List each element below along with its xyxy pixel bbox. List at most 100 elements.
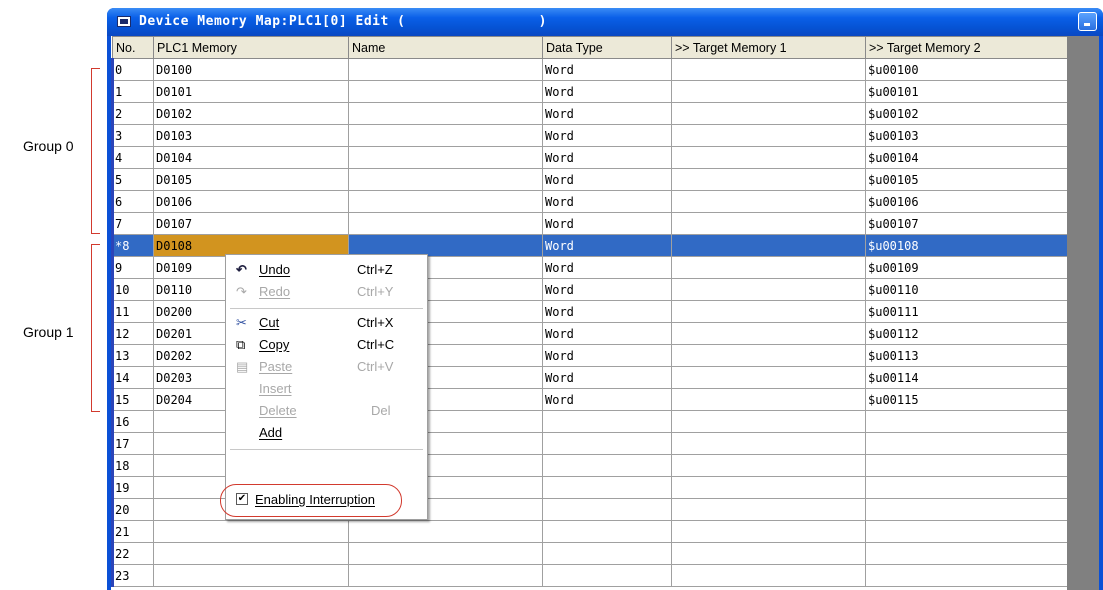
cell-no[interactable]: 22 <box>111 542 154 565</box>
cell-no[interactable]: 9 <box>111 256 154 279</box>
cell-no[interactable]: 15 <box>111 388 154 411</box>
cell-no[interactable]: 0 <box>111 58 154 81</box>
cell-name[interactable] <box>348 190 543 213</box>
table-row[interactable]: 1 D0101 Word $u00101 <box>111 80 1069 103</box>
cell-name[interactable] <box>348 212 543 235</box>
cell-name[interactable] <box>348 168 543 191</box>
cell-no[interactable]: 7 <box>111 212 154 235</box>
cell-plc1-memory[interactable]: D0104 <box>153 146 349 169</box>
table-row[interactable]: 0 D0100 Word $u00100 <box>111 58 1069 81</box>
column-header-name[interactable]: Name <box>348 36 543 59</box>
cell-target-memory-2[interactable]: $u00114 <box>865 366 1069 389</box>
cell-target-memory-2[interactable]: $u00113 <box>865 344 1069 367</box>
cell-target-memory-1[interactable] <box>671 234 866 257</box>
table-row[interactable]: 5 D0105 Word $u00105 <box>111 168 1069 191</box>
menu-item-paste[interactable]: ▤ Paste Ctrl+V <box>226 356 427 378</box>
menu-item-add[interactable]: Add <box>226 422 427 444</box>
cell-target-memory-2[interactable]: $u00110 <box>865 278 1069 301</box>
cell-data-type[interactable]: Word <box>542 212 672 235</box>
cell-name[interactable] <box>348 80 543 103</box>
table-row[interactable]: 4 D0104 Word $u00104 <box>111 146 1069 169</box>
cell-target-memory-2[interactable] <box>865 498 1069 521</box>
table-row[interactable]: 2 D0102 Word $u00102 <box>111 102 1069 125</box>
cell-data-type[interactable] <box>542 454 672 477</box>
cell-target-memory-1[interactable] <box>671 124 866 147</box>
cell-target-memory-1[interactable] <box>671 278 866 301</box>
cell-data-type[interactable] <box>542 542 672 565</box>
table-row[interactable]: 21 <box>111 520 1069 543</box>
cell-data-type[interactable]: Word <box>542 344 672 367</box>
menu-item-delete[interactable]: Delete Del <box>226 400 427 422</box>
cell-name[interactable] <box>348 102 543 125</box>
cell-name[interactable] <box>348 520 543 543</box>
cell-no[interactable]: 4 <box>111 146 154 169</box>
cell-target-memory-1[interactable] <box>671 58 866 81</box>
cell-data-type[interactable]: Word <box>542 102 672 125</box>
cell-target-memory-1[interactable] <box>671 366 866 389</box>
cell-name[interactable] <box>348 542 543 565</box>
cell-target-memory-1[interactable] <box>671 498 866 521</box>
cell-target-memory-2[interactable]: $u00111 <box>865 300 1069 323</box>
cell-data-type[interactable]: Word <box>542 80 672 103</box>
cell-target-memory-1[interactable] <box>671 80 866 103</box>
cell-data-type[interactable]: Word <box>542 124 672 147</box>
cell-target-memory-1[interactable] <box>671 300 866 323</box>
cell-target-memory-2[interactable]: $u00105 <box>865 168 1069 191</box>
cell-target-memory-1[interactable] <box>671 146 866 169</box>
cell-target-memory-1[interactable] <box>671 388 866 411</box>
menu-item-undo[interactable]: ↶ Undo Ctrl+Z <box>226 259 427 281</box>
cell-data-type[interactable] <box>542 520 672 543</box>
cell-data-type[interactable] <box>542 476 672 499</box>
cell-target-memory-1[interactable] <box>671 564 866 587</box>
cell-no[interactable]: 5 <box>111 168 154 191</box>
cell-target-memory-2[interactable] <box>865 476 1069 499</box>
table-row[interactable]: 22 <box>111 542 1069 565</box>
cell-plc1-memory[interactable]: D0102 <box>153 102 349 125</box>
cell-no[interactable]: 3 <box>111 124 154 147</box>
cell-target-memory-2[interactable] <box>865 410 1069 433</box>
cell-target-memory-1[interactable] <box>671 454 866 477</box>
cell-data-type[interactable]: Word <box>542 366 672 389</box>
minimize-button[interactable] <box>1078 12 1097 31</box>
cell-no[interactable]: 16 <box>111 410 154 433</box>
cell-data-type[interactable]: Word <box>542 168 672 191</box>
cell-target-memory-2[interactable] <box>865 542 1069 565</box>
cell-no[interactable]: 1 <box>111 80 154 103</box>
menu-item-insert[interactable]: Insert <box>226 378 427 400</box>
cell-target-memory-2[interactable]: $u00103 <box>865 124 1069 147</box>
cell-target-memory-1[interactable] <box>671 476 866 499</box>
menu-item-copy[interactable]: ⧉ Copy Ctrl+C <box>226 334 427 356</box>
cell-target-memory-2[interactable]: $u00108 <box>865 234 1069 257</box>
menu-item-cut[interactable]: ✂ Cut Ctrl+X <box>226 312 427 334</box>
cell-data-type[interactable]: Word <box>542 146 672 169</box>
cell-target-memory-1[interactable] <box>671 322 866 345</box>
cell-data-type[interactable] <box>542 432 672 455</box>
cell-target-memory-1[interactable] <box>671 542 866 565</box>
cell-plc1-memory[interactable]: D0105 <box>153 168 349 191</box>
cell-no[interactable]: 21 <box>111 520 154 543</box>
cell-no[interactable]: 12 <box>111 322 154 345</box>
cell-plc1-memory[interactable] <box>153 520 349 543</box>
cell-no[interactable]: *8 <box>111 234 154 257</box>
cell-no[interactable]: 6 <box>111 190 154 213</box>
table-row[interactable]: 3 D0103 Word $u00103 <box>111 124 1069 147</box>
menu-item-redo[interactable]: ↷ Redo Ctrl+Y <box>226 281 427 303</box>
cell-no[interactable]: 23 <box>111 564 154 587</box>
cell-no[interactable]: 2 <box>111 102 154 125</box>
cell-data-type[interactable] <box>542 564 672 587</box>
cell-data-type[interactable]: Word <box>542 58 672 81</box>
cell-name[interactable] <box>348 124 543 147</box>
cell-data-type[interactable]: Word <box>542 234 672 257</box>
cell-target-memory-2[interactable]: $u00109 <box>865 256 1069 279</box>
column-header-plc1-memory[interactable]: PLC1 Memory <box>153 36 349 59</box>
cell-target-memory-2[interactable]: $u00104 <box>865 146 1069 169</box>
cell-target-memory-1[interactable] <box>671 102 866 125</box>
cell-target-memory-2[interactable]: $u00112 <box>865 322 1069 345</box>
column-header-target-memory-1[interactable]: >> Target Memory 1 <box>671 36 866 59</box>
cell-data-type[interactable]: Word <box>542 190 672 213</box>
cell-target-memory-2[interactable]: $u00107 <box>865 212 1069 235</box>
cell-data-type[interactable]: Word <box>542 388 672 411</box>
cell-target-memory-1[interactable] <box>671 168 866 191</box>
cell-target-memory-2[interactable] <box>865 454 1069 477</box>
cell-no[interactable]: 14 <box>111 366 154 389</box>
